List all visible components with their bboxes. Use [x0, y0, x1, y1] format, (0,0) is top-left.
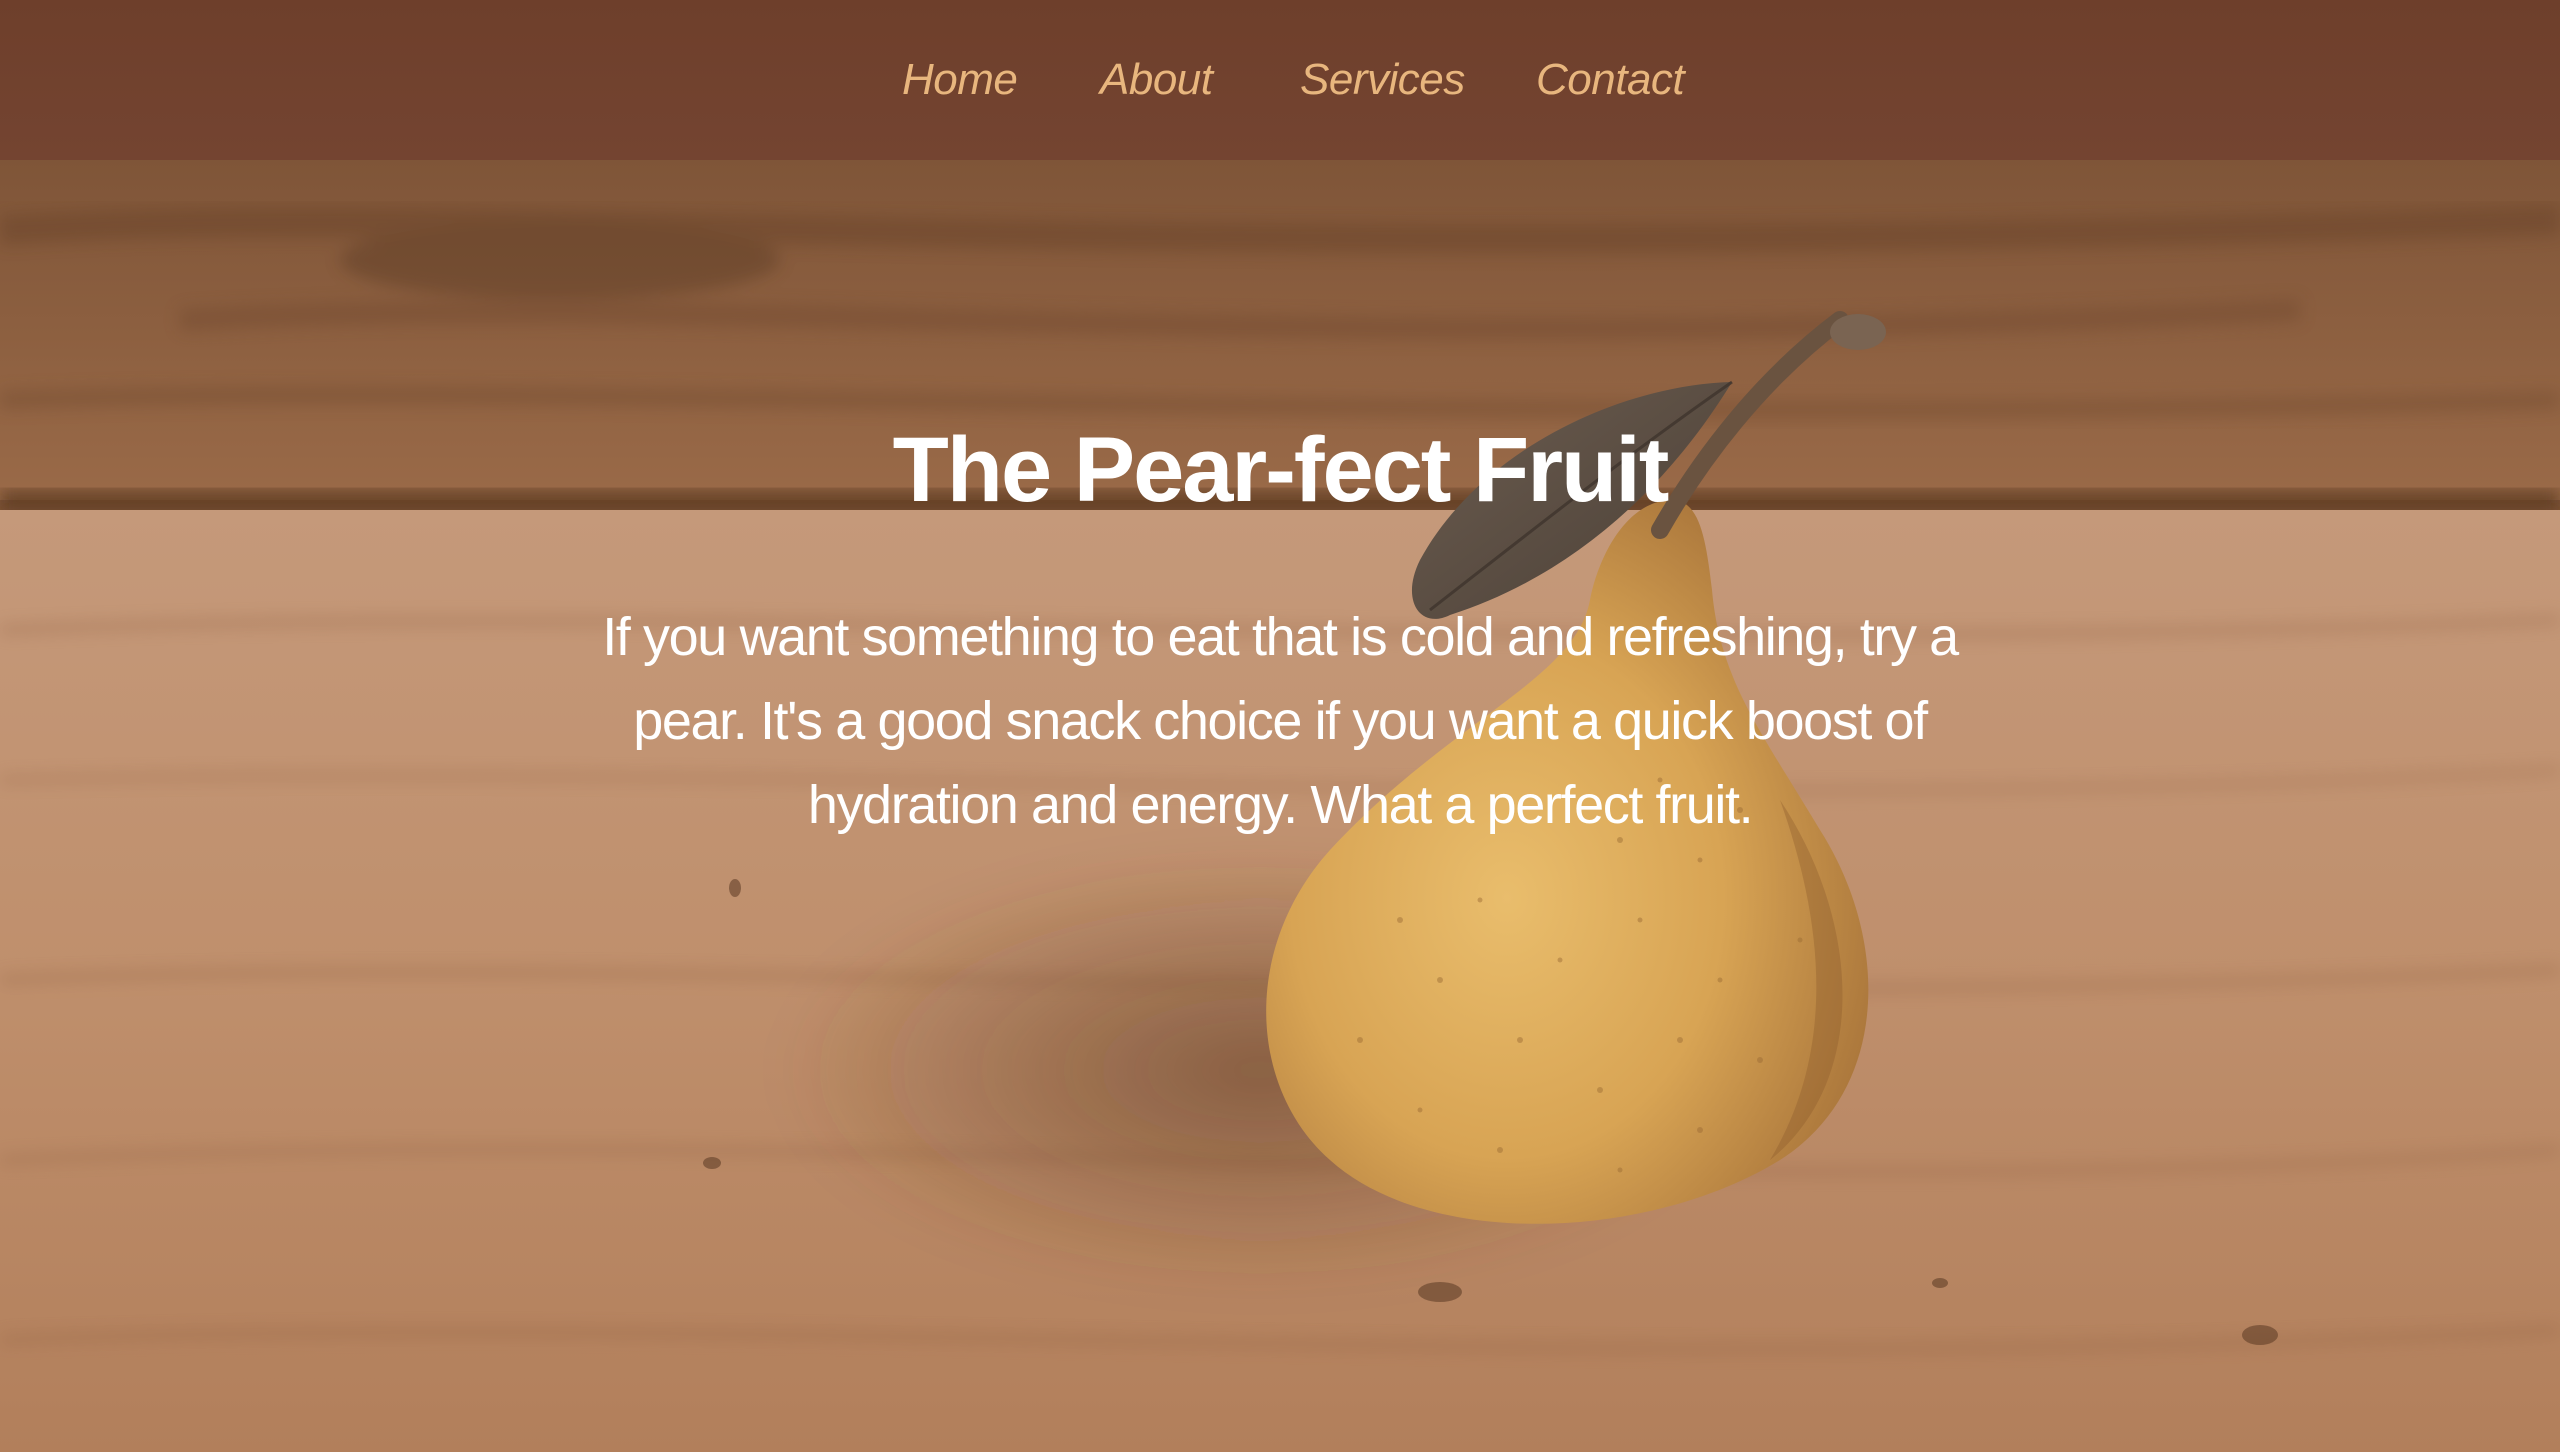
nav-link-home[interactable]: Home: [902, 50, 1018, 110]
nav-link-services[interactable]: Services: [1300, 50, 1465, 110]
navbar: Home About Services Contact: [0, 0, 2560, 160]
nav-link-about[interactable]: About: [1100, 50, 1213, 110]
hero-section: The Pear-fect Fruit If you want somethin…: [0, 160, 2560, 1452]
nav-menu: Home About Services Contact: [0, 0, 2560, 160]
hero-title: The Pear-fect Fruit: [892, 419, 1670, 521]
hero-description: If you want something to eat that is col…: [602, 607, 1959, 835]
nav-link-contact[interactable]: Contact: [1536, 50, 1685, 110]
